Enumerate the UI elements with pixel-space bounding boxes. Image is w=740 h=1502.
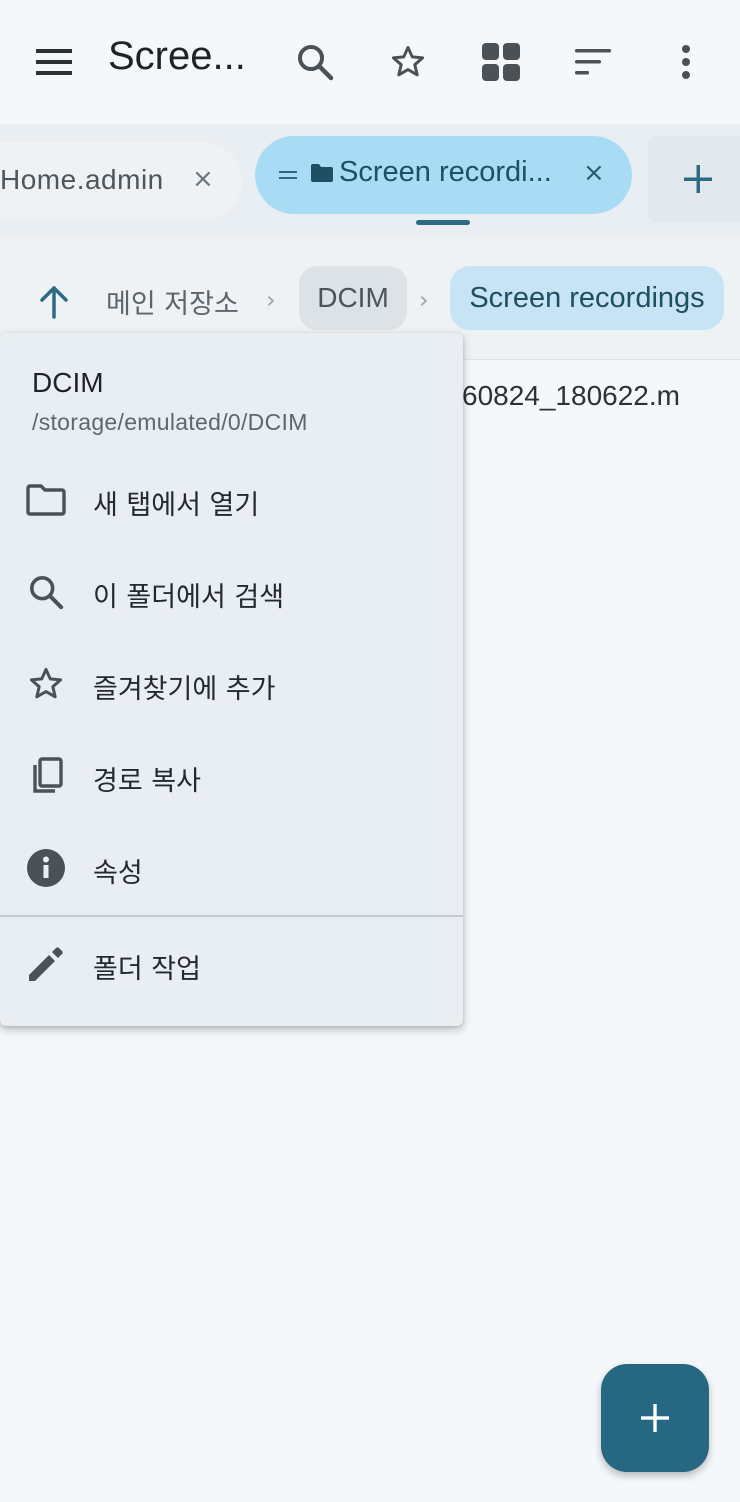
folder-icon: [311, 164, 333, 186]
navigate-up-button[interactable]: [28, 276, 80, 328]
menu-item-label: 이 폴더에서 검색: [93, 582, 285, 613]
page-title: Scree...: [108, 34, 246, 78]
star-icon[interactable]: [384, 38, 432, 86]
menu-icon[interactable]: [30, 38, 78, 86]
plus-icon: [641, 1404, 669, 1432]
breadcrumb-item-screen-recordings[interactable]: Screen recordings: [450, 266, 724, 330]
breadcrumb-item-main-storage[interactable]: 메인 저장소: [106, 282, 239, 321]
menu-item-properties[interactable]: 속성: [0, 823, 463, 913]
app-root: Scree... Home.admin × Screen recordi...: [0, 0, 740, 1502]
more-vert-icon[interactable]: [662, 38, 710, 86]
tab-close-icon[interactable]: ×: [192, 164, 214, 194]
active-tab-indicator: [416, 220, 470, 225]
arrow-up-icon: [40, 286, 68, 319]
sort-icon[interactable]: [569, 38, 617, 86]
tab-label: Screen recordi...: [339, 156, 552, 188]
add-tab-button[interactable]: [648, 136, 740, 222]
menu-path: /storage/emulated/0/DCIM: [32, 409, 308, 435]
menu-item-copy-path[interactable]: 경로 복사: [0, 731, 463, 821]
chevron-right-icon: ›: [266, 286, 276, 314]
grid-icon[interactable]: [477, 38, 525, 86]
menu-item-search-in-folder[interactable]: 이 폴더에서 검색: [0, 547, 463, 637]
tab-home-admin[interactable]: Home.admin ×: [0, 142, 242, 220]
tab-screen-recordings[interactable]: Screen recordi... ×: [255, 136, 632, 214]
menu-item-label: 새 탭에서 열기: [93, 490, 260, 521]
folder-context-menu: DCIM /storage/emulated/0/DCIM 새 탭에서 열기 이…: [0, 333, 463, 1026]
menu-item-open-in-new-tab[interactable]: 새 탭에서 열기: [0, 455, 463, 545]
plus-icon: [684, 165, 712, 193]
edit-icon: [22, 940, 70, 988]
menu-divider: [0, 915, 463, 917]
info-icon: [22, 844, 70, 892]
search-icon[interactable]: [291, 38, 339, 86]
search-icon: [22, 568, 70, 616]
star-icon: [22, 660, 70, 708]
add-fab-button[interactable]: [601, 1364, 709, 1472]
tab-bar: Home.admin × Screen recordi... ×: [0, 124, 740, 236]
menu-item-folder-actions[interactable]: 폴더 작업: [0, 919, 463, 1009]
tab-label: Home.admin: [0, 164, 164, 195]
menu-item-label: 속성: [93, 858, 143, 889]
menu-item-label: 폴더 작업: [93, 954, 201, 985]
chevron-right-icon: ›: [419, 286, 429, 314]
drag-handle-icon[interactable]: [279, 171, 297, 179]
copy-icon: [22, 752, 70, 800]
menu-item-add-favorite[interactable]: 즐겨찾기에 추가: [0, 639, 463, 729]
file-item-name[interactable]: 60824_180622.m: [462, 380, 680, 412]
breadcrumb-item-dcim[interactable]: DCIM: [299, 266, 407, 330]
folder-icon: [22, 476, 70, 524]
menu-item-label: 즐겨찾기에 추가: [93, 674, 276, 705]
top-app-bar: Scree...: [0, 0, 740, 124]
menu-title: DCIM: [32, 367, 104, 398]
tab-close-icon[interactable]: ×: [583, 158, 605, 188]
menu-item-label: 경로 복사: [93, 766, 201, 797]
